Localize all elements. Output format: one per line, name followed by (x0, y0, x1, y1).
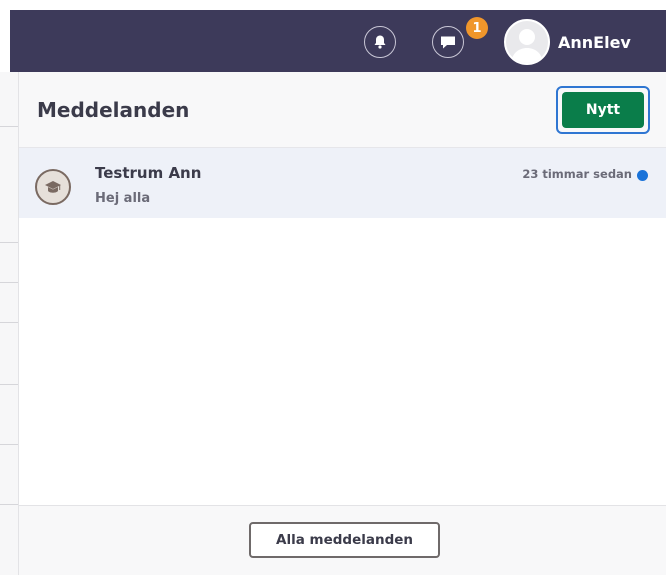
user-menu[interactable]: AnnElev (504, 19, 631, 65)
notifications-button[interactable] (364, 26, 396, 58)
page: 1 AnnElev Meddelanden Nytt Testrum Ann H… (0, 0, 666, 575)
new-button-focus-ring: Nytt (556, 86, 650, 134)
chat-bubble-icon (441, 36, 455, 49)
panel-footer: Alla meddelanden (19, 505, 666, 575)
divider (0, 322, 18, 323)
username[interactable]: AnnElev (558, 33, 631, 52)
message-timestamp: 23 timmar sedan (522, 167, 632, 181)
divider (0, 282, 18, 283)
bell-icon (374, 35, 386, 49)
divider (0, 384, 18, 385)
top-navigation-bar: 1 AnnElev (10, 10, 666, 72)
divider (0, 504, 18, 505)
message-preview: Hej alla (95, 191, 151, 206)
panel-header: Meddelanden Nytt (19, 72, 666, 148)
background-page-edge (0, 72, 18, 575)
panel-title: Meddelanden (37, 98, 190, 122)
messages-dropdown-panel: Meddelanden Nytt Testrum Ann Hej alla 23… (18, 72, 666, 575)
message-sender: Testrum Ann (95, 164, 202, 182)
divider (0, 126, 18, 127)
sender-avatar (35, 169, 71, 205)
unread-indicator (637, 170, 648, 181)
user-silhouette-icon (506, 21, 548, 63)
graduation-cap-icon (45, 181, 61, 193)
divider (0, 444, 18, 445)
all-messages-button[interactable]: Alla meddelanden (249, 522, 440, 558)
divider (0, 242, 18, 243)
messages-button[interactable] (432, 26, 464, 58)
messages-badge: 1 (466, 17, 488, 39)
message-list-item[interactable]: Testrum Ann Hej alla 23 timmar sedan (19, 148, 666, 218)
avatar[interactable] (504, 19, 550, 65)
new-message-button[interactable]: Nytt (562, 92, 644, 128)
